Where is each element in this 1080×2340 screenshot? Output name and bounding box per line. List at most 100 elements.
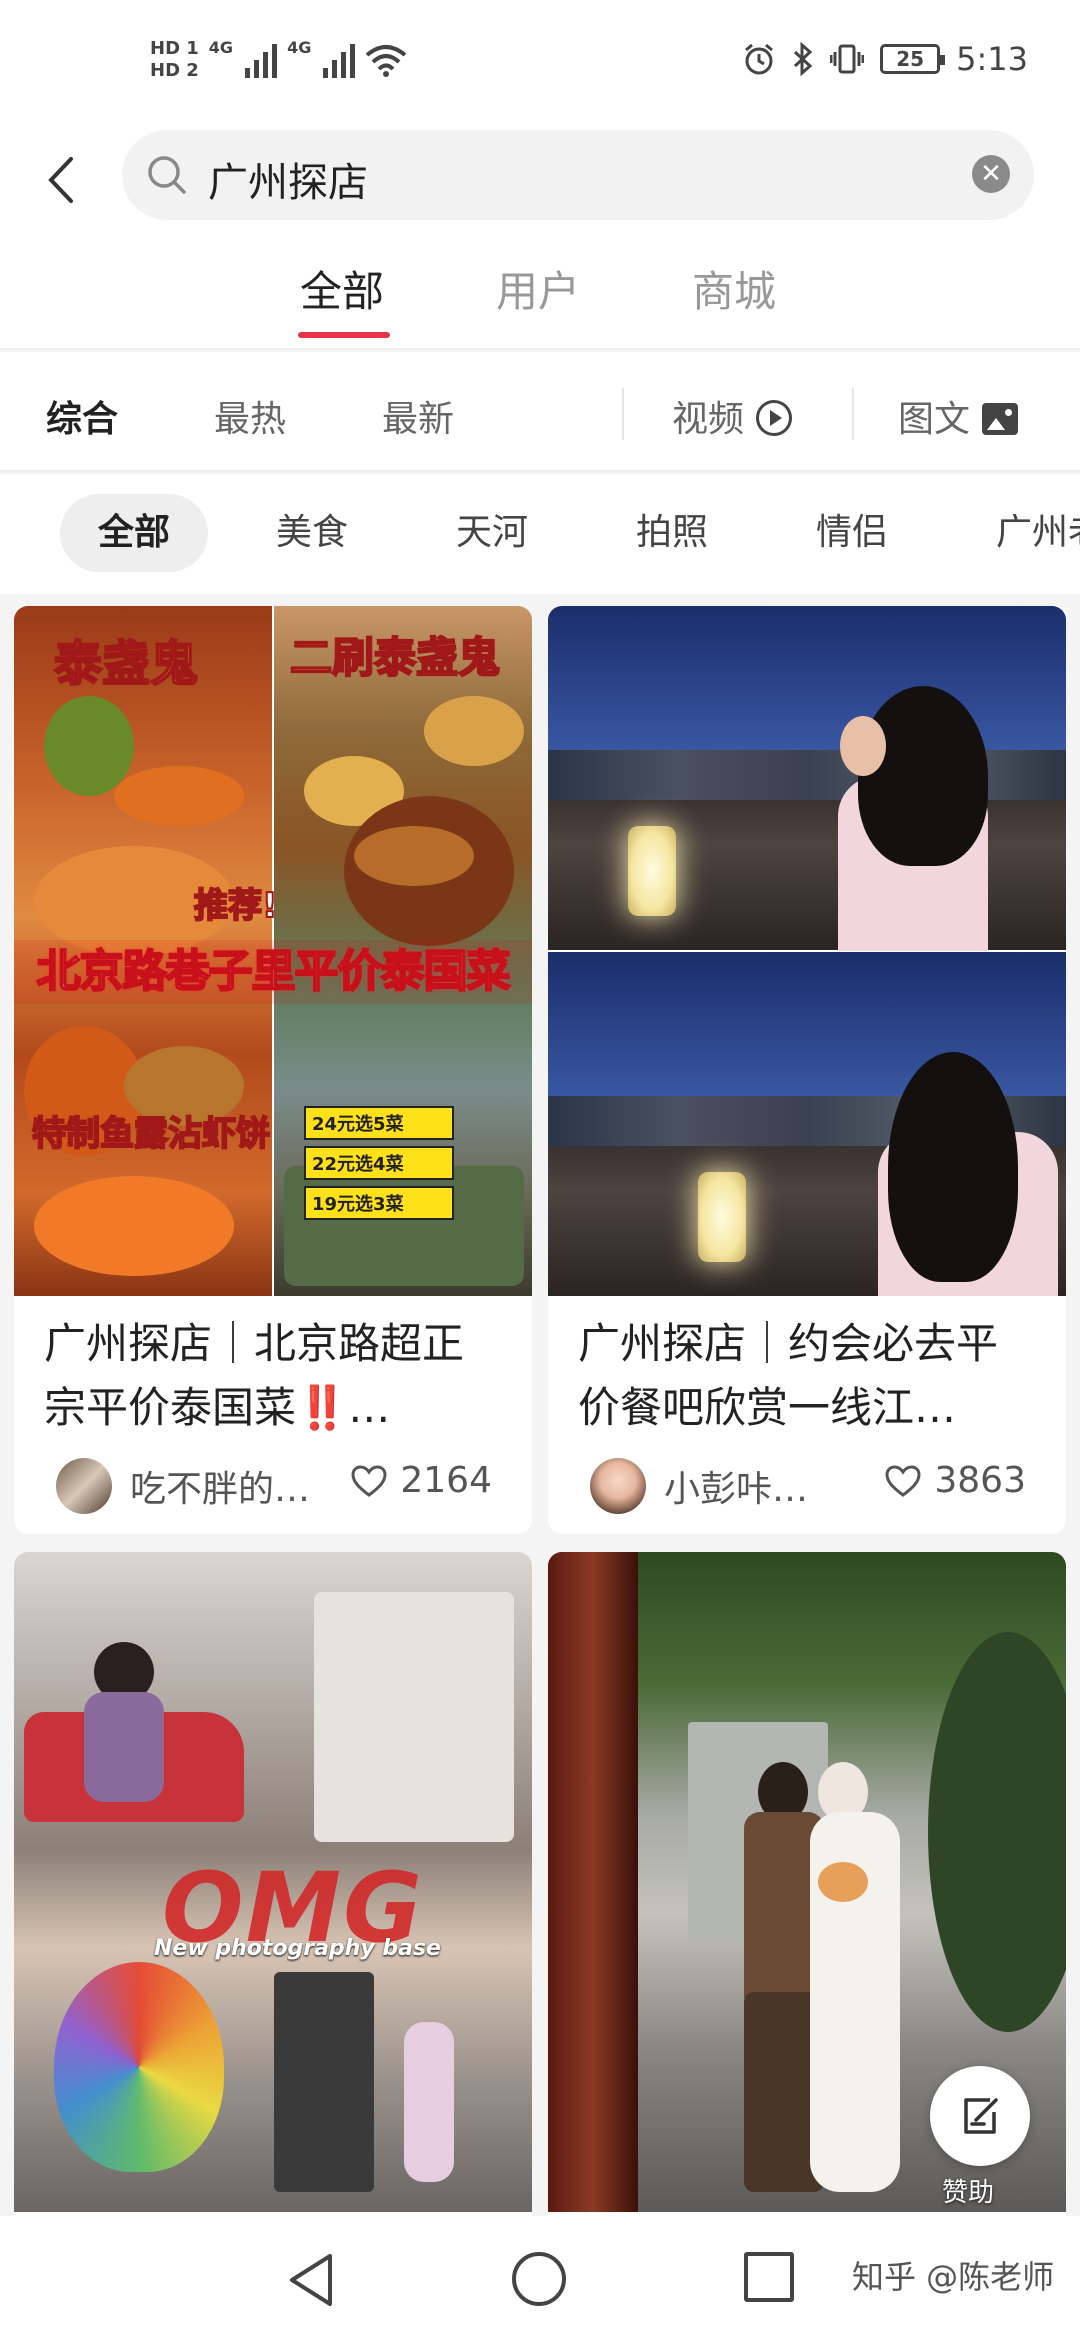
railing [548,800,1066,950]
tab-users[interactable]: 用户 [496,258,580,319]
search-icon [148,156,186,194]
author-name[interactable]: 吃不胖的… [130,1460,310,1512]
card-title[interactable]: 广州探店｜北京路超正 宗平价泰国菜‼️… [14,1296,532,1442]
chip-photo[interactable]: 拍照 [636,494,708,572]
card-title-line: 广州探店｜约会必去平 [578,1319,999,1368]
card-title-line: 价餐吧欣赏一线江… [578,1383,957,1432]
signal-icon-2 [323,42,356,78]
heart-icon [351,1464,387,1497]
sponsor-button[interactable] [930,2066,1030,2166]
storefront [274,1972,374,2192]
cover-subtitle: New photography base [154,1936,441,1961]
status-left: HD 1 HD 2 4G 4G [150,38,407,82]
chip-couple[interactable]: 情侣 [816,494,888,572]
hd1-label: HD 1 [150,38,199,59]
hot-air-balloon [54,1962,224,2172]
system-nav-bar: 知乎 @陈老师 [0,2216,1080,2340]
wifi-icon [366,45,407,77]
card-title-line: 宗平价泰国菜‼️… [44,1383,391,1432]
cover-tag-right: 二刷泰盏鬼 [289,632,501,683]
video-label: 视频 [672,399,745,440]
night-photo-bottom [548,952,1066,1296]
avatar[interactable] [590,1458,646,1514]
result-feed: 泰盏鬼 二刷泰盏鬼 推荐! 北京路巷子里平价泰国菜 特制鱼露沾虾饼 24元选5菜… [0,596,1080,2216]
avatar[interactable] [56,1458,112,1514]
network-type-1: 4G [208,38,234,57]
play-icon [756,400,793,436]
result-card[interactable]: OMG New photography base [14,1552,532,2216]
cover-banner: 北京路巷子里平价泰国菜 [14,940,532,1004]
price-item: 24元选5菜 [304,1106,454,1140]
price-list: 24元选5菜 22元选4菜 19元选3菜 [304,1106,454,1226]
chip-tianhe[interactable]: 天河 [456,494,528,572]
corridor [314,1592,514,1842]
image-text-label: 图文 [898,399,971,440]
vibrate-icon [830,44,865,74]
top-tabs: 全部 用户 商城 [0,258,1080,348]
like-button[interactable]: 2164 [350,1460,492,1501]
person [858,686,988,866]
divider [852,388,854,440]
chip-food[interactable]: 美食 [276,494,348,572]
tab-mall[interactable]: 商城 [692,258,776,319]
tab-all[interactable]: 全部 [300,258,384,319]
table-lamp [698,1172,746,1262]
tree [928,1632,1066,2032]
status-bar: HD 1 HD 2 4G 4G 25 5:13 [0,0,1080,130]
hd-indicator: HD 1 HD 2 [150,38,199,82]
cover-dish: 特制鱼露沾虾饼 [31,1113,271,1155]
chip-all[interactable]: 全部 [60,494,209,572]
filter-video[interactable]: 视频 [672,390,793,442]
card-title[interactable]: 广州探店｜约会必去平 价餐吧欣赏一线江… [548,1296,1066,1442]
like-button[interactable]: 3863 [884,1460,1026,1501]
filter-image-text[interactable]: 图文 [898,390,1019,442]
nav-back-icon[interactable] [286,2252,336,2308]
signal-icon-1 [245,42,278,78]
search-query[interactable]: 广州探店 [208,150,368,208]
card-cover-image: 泰盏鬼 二刷泰盏鬼 推荐! 北京路巷子里平价泰国菜 特制鱼露沾虾饼 24元选5菜… [14,606,532,1296]
price-item: 22元选4菜 [304,1146,454,1180]
edit-icon [964,2098,998,2134]
person [840,716,886,776]
person [84,1692,164,1802]
bouquet [818,1862,868,1902]
table-lamp [628,826,676,916]
sort-hottest[interactable]: 最热 [214,390,286,442]
hd2-label: HD 2 [150,60,199,81]
battery-level: 25 [896,47,925,71]
status-right: 25 5:13 [742,40,1028,78]
clock: 5:13 [956,40,1028,78]
cover-tag-left: 泰盏鬼 [53,635,199,693]
bluetooth-icon [794,42,813,76]
network-type-2: 4G [287,38,312,57]
card-cover-image: OMG New photography base [14,1552,532,2216]
card-footer: 吃不胖的… 2164 [14,1442,532,1534]
filter-chips: 全部 美食 天河 拍照 情侣 广州老 [0,474,1080,594]
result-card[interactable]: 泰盏鬼 二刷泰盏鬼 推荐! 北京路巷子里平价泰国菜 特制鱼露沾虾饼 24元选5菜… [14,606,532,1534]
card-footer: 小彭咔… 3863 [548,1442,1066,1534]
person [888,1052,1018,1282]
red-wall [548,1552,638,2212]
person [404,2022,454,2182]
clear-icon[interactable]: ✕ [972,155,1010,193]
result-card[interactable]: 广州探店｜约会必去平 价餐吧欣赏一线江… 小彭咔… 3863 [548,606,1066,1534]
alarm-icon [745,43,774,75]
cover-recommend: 推荐! [193,885,279,927]
active-tab-indicator [298,332,390,338]
card-cover-image [548,606,1066,1296]
sort-comprehensive[interactable]: 综合 [46,390,118,442]
battery-icon: 25 [880,44,946,74]
image-icon [982,403,1019,435]
sort-newest[interactable]: 最新 [382,390,454,442]
chip-guangzhou[interactable]: 广州老 [996,494,1080,572]
author-name[interactable]: 小彭咔… [664,1460,808,1512]
search-input[interactable]: 广州探店 ✕ [122,130,1034,220]
watermark: 知乎 @陈老师 [852,2258,1055,2296]
divider [622,388,624,440]
nav-home-icon[interactable] [512,2252,566,2306]
chevron-left-icon [48,157,73,203]
night-photo-top [548,606,1066,951]
search-header: 广州探店 ✕ 全部 用户 商城 [0,130,1080,350]
back-button[interactable] [30,145,90,215]
nav-recent-apps-icon[interactable] [744,2252,794,2302]
